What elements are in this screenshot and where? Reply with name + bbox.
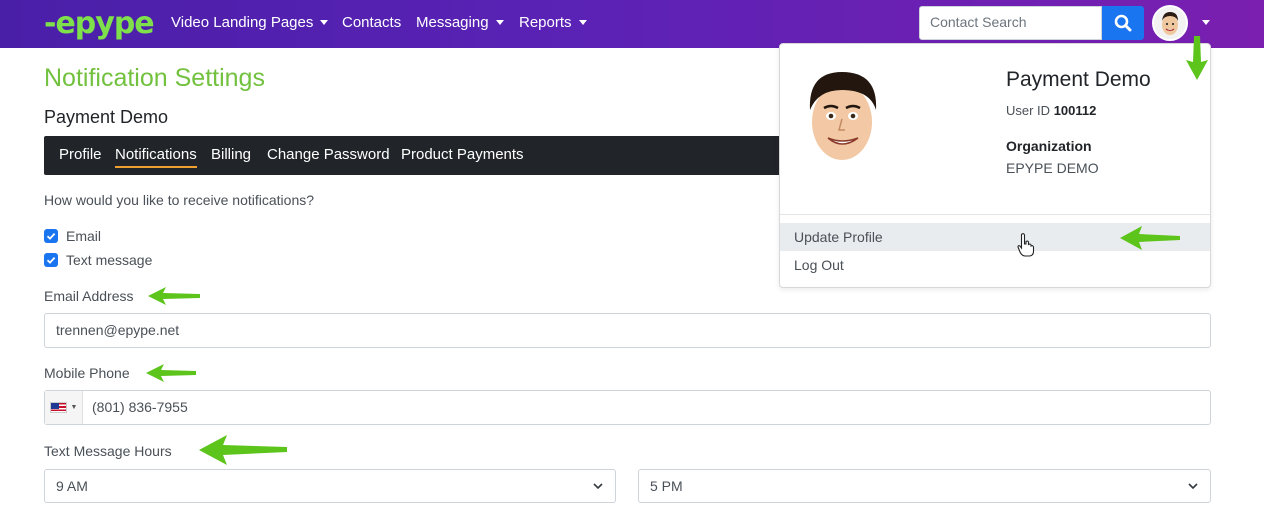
mobile-phone-field[interactable]: ▼ (801) 836-7955	[44, 390, 1211, 425]
dropdown-user-name: Payment Demo	[1006, 68, 1151, 91]
check-icon	[46, 232, 56, 240]
nav-reports[interactable]: Reports	[519, 14, 587, 31]
nav-label: Contacts	[342, 14, 402, 31]
text-message-checkbox[interactable]	[44, 253, 58, 267]
annotation-arrow-icon	[148, 287, 200, 305]
logo-text: -epype	[44, 5, 155, 41]
annotation-arrow-icon	[199, 435, 287, 465]
mobile-phone-value: (801) 836-7955	[92, 399, 188, 415]
email-address-label: Email Address	[44, 288, 134, 304]
caret-down-icon	[320, 20, 329, 25]
check-icon	[46, 256, 56, 264]
top-navbar: -epype Video Landing Pages Contacts Mess…	[0, 0, 1264, 48]
caret-down-icon: ▼	[70, 404, 78, 411]
avatar[interactable]	[1152, 5, 1188, 41]
tab-product-payments[interactable]: Product Payments	[401, 146, 524, 163]
log-out-menu-item[interactable]: Log Out	[780, 251, 1210, 279]
email-checkbox[interactable]	[44, 229, 58, 243]
search-button[interactable]	[1102, 6, 1144, 40]
nav-label: Messaging	[416, 14, 489, 31]
dropdown-divider	[780, 214, 1210, 215]
hours-start-select[interactable]: 9 AM	[44, 469, 616, 503]
hours-end-select[interactable]: 5 PM	[638, 469, 1211, 503]
dropdown-user-id: User ID 100112	[1006, 103, 1096, 118]
email-checkbox-label: Email	[66, 228, 102, 244]
country-code-selector[interactable]: ▼	[45, 391, 83, 424]
caret-down-icon	[578, 20, 587, 25]
caret-down-icon	[495, 20, 504, 25]
annotation-arrow-icon	[146, 364, 196, 382]
search-placeholder: Contact Search	[930, 14, 1027, 30]
mobile-phone-label: Mobile Phone	[44, 365, 130, 381]
nav-label: Reports	[519, 14, 572, 31]
nav-messaging[interactable]: Messaging	[416, 14, 504, 31]
tab-change-password[interactable]: Change Password	[267, 146, 390, 163]
page-title: Notification Settings	[44, 64, 265, 92]
epype-logo[interactable]: -epype	[44, 5, 155, 41]
user-id-value: 100112	[1053, 103, 1097, 118]
annotation-arrow-icon	[1186, 36, 1208, 80]
email-address-field[interactable]: trennen@epype.net	[44, 313, 1211, 348]
nav-video-landing-pages[interactable]: Video Landing Pages	[171, 14, 329, 31]
email-address-value: trennen@epype.net	[56, 322, 180, 338]
nav-label: Video Landing Pages	[171, 14, 314, 31]
tab-billing[interactable]: Billing	[211, 146, 251, 163]
tab-profile[interactable]: Profile	[59, 146, 102, 163]
us-flag-icon	[49, 402, 67, 413]
avatar-face-icon	[1154, 7, 1186, 39]
contact-search-input[interactable]: Contact Search	[919, 6, 1102, 40]
chevron-down-icon	[593, 483, 603, 490]
text-message-checkbox-label: Text message	[66, 252, 153, 268]
organization-label: Organization	[1006, 138, 1092, 154]
chevron-down-icon	[1188, 483, 1198, 490]
profile-caricature-icon	[809, 72, 877, 160]
page-subtitle: Payment Demo	[44, 107, 169, 127]
annotation-arrow-icon	[1120, 226, 1180, 250]
hand-cursor-icon	[1017, 233, 1035, 257]
tab-notifications[interactable]: Notifications	[115, 146, 197, 168]
avatar-caret-icon[interactable]	[1202, 20, 1210, 25]
text-message-checkbox-row[interactable]: Text message	[44, 252, 152, 268]
text-message-hours-label: Text Message Hours	[44, 443, 172, 459]
notifications-question: How would you like to receive notificati…	[44, 192, 315, 208]
search-icon	[1114, 14, 1132, 32]
email-checkbox-row[interactable]: Email	[44, 228, 101, 244]
nav-contacts[interactable]: Contacts	[342, 14, 401, 31]
hours-end-value: 5 PM	[650, 478, 683, 494]
user-id-label: User ID	[1006, 103, 1051, 118]
hours-start-value: 9 AM	[56, 478, 88, 494]
organization-value: EPYPE DEMO	[1006, 160, 1099, 176]
